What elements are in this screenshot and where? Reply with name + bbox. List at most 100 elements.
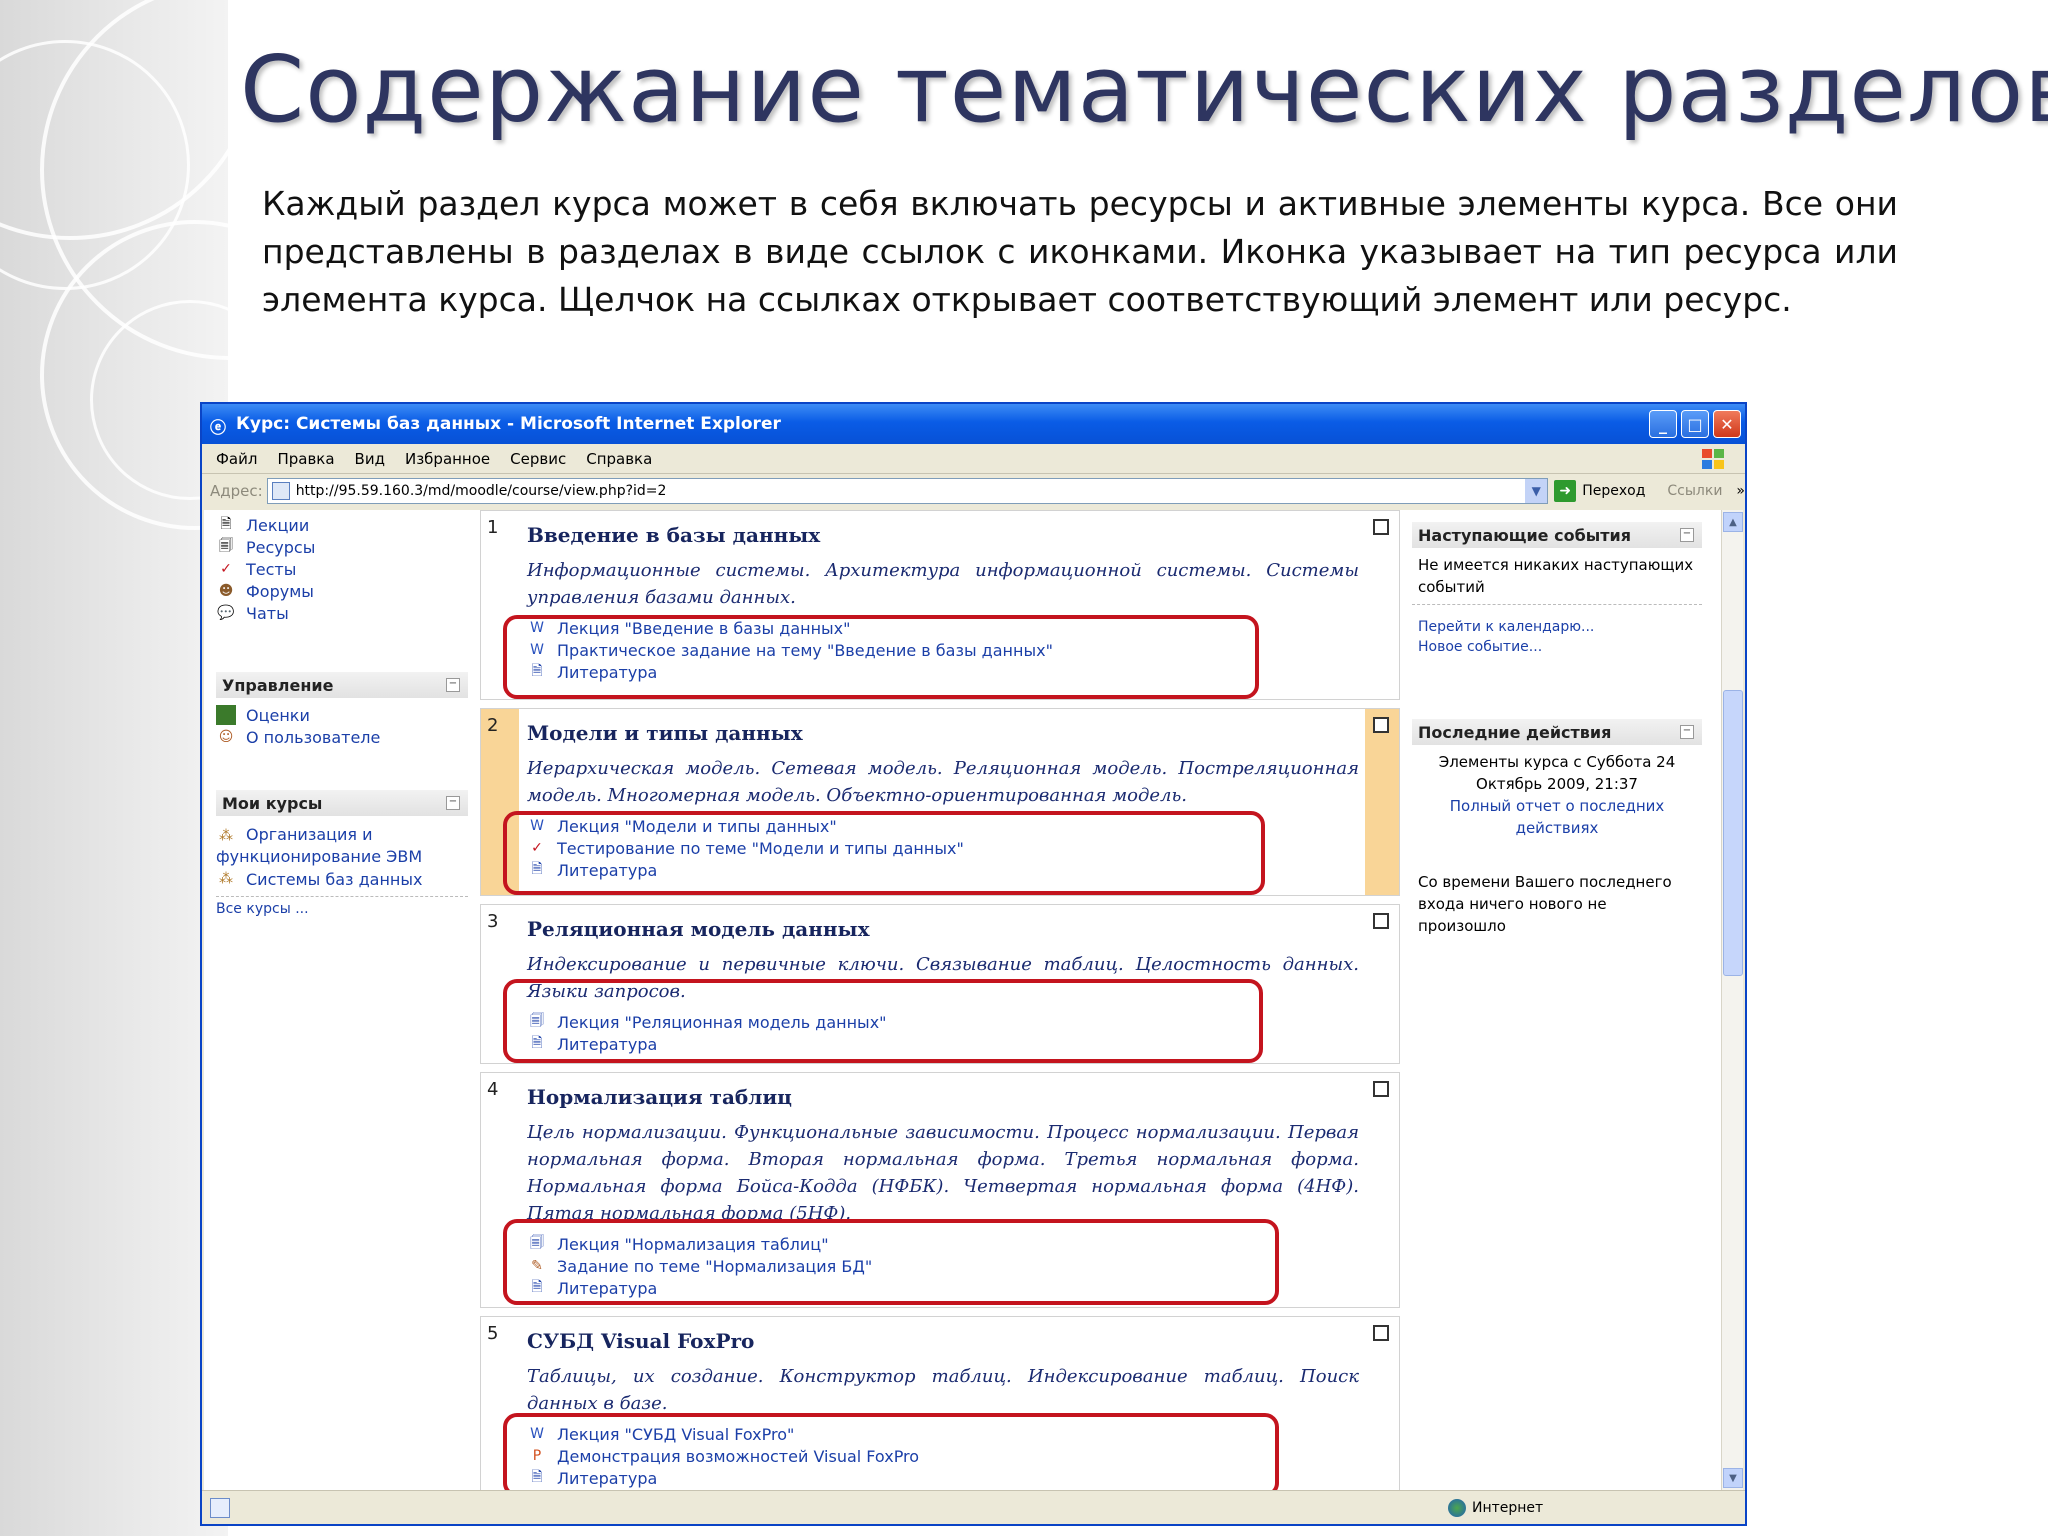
status-bar: Интернет [202,1490,1745,1524]
upcoming-events-header: Наступающие события − [1412,522,1702,548]
section-title: Введение в базы данных [527,523,821,547]
address-label: Адрес: [210,482,263,500]
course-link-databases[interactable]: ⁂ Системы баз данных [216,868,468,890]
sidebar-item-quizzes[interactable]: ✓ Тесты [216,558,468,580]
collapse-icon[interactable]: − [446,678,460,692]
window-title: Курс: Системы баз данных - Microsoft Int… [236,414,781,434]
browser-window: ⓔ Курс: Системы баз данных - Microsoft I… [200,402,1747,1526]
section-description: Информационные системы. Архитектура инфо… [527,560,1359,608]
annotation-highlight [503,1413,1279,1490]
section-description: Иерархическая модель. Сетевая модель. Ре… [527,758,1359,806]
forum-icon: ☻ [218,583,234,599]
grades-icon [216,705,236,725]
minimize-button[interactable]: _ [1649,410,1677,438]
course-section-4: 4 Нормализация таблиц Цель нормализации.… [480,1072,1400,1308]
slide-body-text: Каждый раздел курса может в себя включат… [262,184,1898,319]
sidebar-item-forums[interactable]: ☻ Форумы [216,580,468,602]
menu-view[interactable]: Вид [355,450,385,468]
menu-edit[interactable]: Правка [277,450,334,468]
section-toggle-checkbox[interactable] [1373,1325,1389,1341]
new-event-link[interactable]: Новое событие... [1418,637,1696,657]
section-number: 3 [487,911,499,932]
section-title: СУБД Visual FoxPro [527,1329,755,1353]
lecture-icon: 🗎 [220,516,232,532]
section-toggle-checkbox[interactable] [1373,913,1389,929]
section-number: 5 [487,1323,499,1344]
page-viewport: 🗎 Лекции 🗐 Ресурсы ✓ Тесты ☻ Форумы 💬 Ча… [204,510,1723,1490]
go-button[interactable]: ➜ Переход [1554,480,1645,502]
admin-block-header: Управление − [216,672,468,698]
collapse-icon[interactable]: − [1680,725,1694,739]
go-arrow-icon: ➜ [1554,480,1577,502]
course-icon: ⁂ [219,827,233,844]
address-dropdown-icon[interactable]: ▼ [1525,479,1548,503]
sidebar-item-profile[interactable]: ☺ О пользователе [216,726,468,748]
window-titlebar[interactable]: ⓔ Курс: Системы баз данных - Microsoft I… [202,404,1745,444]
section-toggle-checkbox[interactable] [1373,1081,1389,1097]
globe-icon [1448,1498,1466,1517]
resource-icon: 🗐 [219,538,233,554]
annotation-highlight [503,811,1265,895]
sidebar-item-lectures[interactable]: 🗎 Лекции [216,514,468,536]
collapse-icon[interactable]: − [446,796,460,810]
recent-activity-since: Элементы курса с Суббота 24 Октябрь 2009… [1438,753,1676,793]
my-courses-block-header: Мои курсы − [216,790,468,816]
course-section-5: 5 СУБД Visual FoxPro Таблицы, их создани… [480,1316,1400,1490]
url-text: http://95.59.160.3/md/moodle/course/view… [295,483,667,499]
course-link-evm[interactable]: ⁂ Организация и функционирование ЭВМ [216,824,468,868]
page-status-icon [210,1497,230,1518]
section-description: Таблицы, их создание. Конструктор таблиц… [527,1366,1359,1414]
menu-file[interactable]: Файл [216,450,257,468]
collapse-icon[interactable]: − [1680,528,1694,542]
scroll-up-icon[interactable]: ▲ [1723,512,1743,532]
left-sidebar: 🗎 Лекции 🗐 Ресурсы ✓ Тесты ☻ Форумы 💬 Ча… [216,510,468,917]
section-number: 1 [487,517,499,538]
course-icon: ⁂ [219,871,233,887]
course-section-2: 2 Модели и типы данных Иерархическая мод… [480,708,1400,896]
menu-favorites[interactable]: Избранное [405,450,490,468]
sidebar-item-resources[interactable]: 🗐 Ресурсы [216,536,468,558]
section-description: Цель нормализации. Функциональные зависи… [527,1122,1359,1224]
nothing-new-text: Со времени Вашего последнего входа ничег… [1418,873,1672,935]
all-courses-link[interactable]: Все курсы ... [216,901,468,917]
maximize-button[interactable]: □ [1681,410,1709,438]
scroll-thumb[interactable] [1723,690,1743,976]
course-section-3: 3 Реляционная модель данных Индексирован… [480,904,1400,1064]
links-toolbar[interactable]: Ссылки [1667,483,1722,499]
calendar-link[interactable]: Перейти к календарю... [1418,617,1696,637]
section-title: Модели и типы данных [527,721,803,745]
decorative-side-panel [0,0,228,1536]
annotation-highlight [503,615,1259,699]
menu-tools[interactable]: Сервис [510,450,566,468]
scroll-down-icon[interactable]: ▼ [1723,1468,1743,1488]
profile-icon: ☺ [218,729,234,745]
security-zone: Интернет [1448,1498,1543,1517]
close-button[interactable]: ✕ [1713,410,1741,438]
section-number: 4 [487,1079,499,1100]
section-number: 2 [487,715,499,736]
section-title: Нормализация таблиц [527,1085,792,1109]
sidebar-item-chats[interactable]: 💬 Чаты [216,602,468,624]
section-toggle-checkbox[interactable] [1373,519,1389,535]
address-input[interactable]: http://95.59.160.3/md/moodle/course/view… [266,478,1549,504]
section-toggle-checkbox[interactable] [1373,717,1389,733]
sidebar-item-grades[interactable]: Оценки [216,704,468,726]
menu-bar: Файл Правка Вид Избранное Сервис Справка [202,444,1745,474]
slide-title: Содержание тематических разделов [240,36,2048,143]
quiz-icon: ✓ [220,561,232,577]
ie-logo-icon: ⓔ [210,418,227,437]
page-icon [271,482,290,500]
address-bar: Адрес: http://95.59.160.3/md/moodle/cour… [202,474,1745,508]
menu-help[interactable]: Справка [586,450,652,468]
right-sidebar: Наступающие события − Не имеется никаких… [1412,510,1702,937]
windows-flag-icon [1702,449,1724,469]
section-title: Реляционная модель данных [527,917,870,941]
annotation-highlight [503,979,1263,1063]
toolbar-overflow-icon[interactable]: » [1736,483,1745,499]
chat-icon: 💬 [217,605,235,621]
vertical-scrollbar[interactable]: ▲ ▼ [1721,510,1743,1490]
course-sections: 1 Введение в базы данных Информационные … [480,510,1400,1490]
full-report-link[interactable]: Полный отчет о последних действиях [1412,795,1702,839]
course-section-1: 1 Введение в базы данных Информационные … [480,510,1400,700]
upcoming-events-text: Не имеется никаких наступающих событий [1418,556,1694,596]
